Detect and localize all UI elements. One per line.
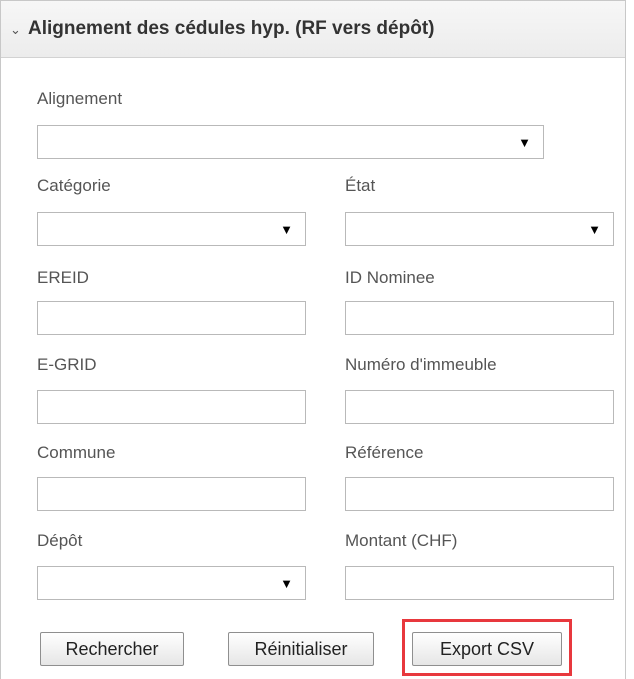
etat-select[interactable]: ▼: [345, 212, 614, 246]
reference-input[interactable]: [345, 477, 614, 511]
dropdown-arrow-icon: ▼: [518, 135, 531, 150]
id-nominee-input[interactable]: [345, 301, 614, 335]
depot-select[interactable]: ▼: [37, 566, 306, 600]
dropdown-arrow-icon: ▼: [588, 222, 601, 237]
search-panel: ⌄ Alignement des cédules hyp. (RF vers d…: [0, 0, 626, 679]
reset-button[interactable]: Réinitialiser: [228, 632, 374, 666]
commune-label: Commune: [37, 443, 116, 462]
egrid-input[interactable]: [37, 390, 306, 424]
alignement-select[interactable]: ▼: [37, 125, 544, 159]
chevron-down-icon[interactable]: ⌄: [10, 22, 21, 38]
search-button[interactable]: Rechercher: [40, 632, 184, 666]
reference-label: Référence: [345, 443, 424, 462]
depot-label: Dépôt: [37, 531, 83, 550]
dropdown-arrow-icon: ▼: [280, 576, 293, 591]
commune-input[interactable]: [37, 477, 306, 511]
categorie-label: Catégorie: [37, 176, 111, 195]
categorie-select[interactable]: ▼: [37, 212, 306, 246]
montant-label: Montant (CHF): [345, 531, 458, 550]
dropdown-arrow-icon: ▼: [280, 222, 293, 237]
numero-immeuble-input[interactable]: [345, 390, 614, 424]
ereid-input[interactable]: [37, 301, 306, 335]
panel-header[interactable]: ⌄ Alignement des cédules hyp. (RF vers d…: [1, 0, 625, 58]
ereid-label: EREID: [37, 268, 89, 287]
id-nominee-label: ID Nominee: [345, 268, 435, 287]
export-csv-button[interactable]: Export CSV: [412, 632, 562, 666]
egrid-label: E-GRID: [37, 355, 97, 374]
alignement-label: Alignement: [37, 89, 123, 108]
numero-immeuble-label: Numéro d'immeuble: [345, 355, 497, 374]
etat-label: État: [345, 176, 376, 195]
montant-input[interactable]: [345, 566, 614, 600]
panel-title: Alignement des cédules hyp. (RF vers dép…: [28, 18, 435, 39]
